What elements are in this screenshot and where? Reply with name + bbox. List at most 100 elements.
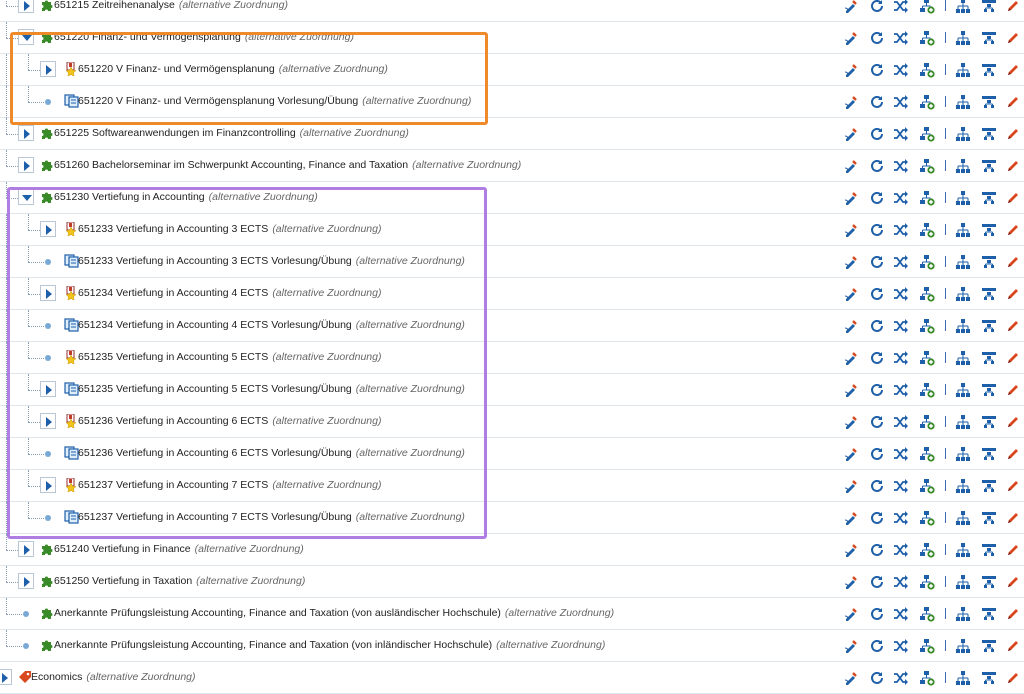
inspect-icon[interactable] (843, 94, 859, 110)
tree-row[interactable]: 651234 Vertiefung in Accounting 4 ECTS (a… (0, 278, 1024, 310)
inspect-icon[interactable] (843, 638, 859, 654)
edit-pencil-icon[interactable] (1005, 670, 1021, 686)
tree-structure-icon[interactable] (955, 222, 971, 238)
inspect-icon[interactable] (843, 446, 859, 462)
shuffle-icon[interactable] (893, 670, 909, 686)
inspect-icon[interactable] (843, 30, 859, 46)
refresh-icon[interactable] (869, 638, 885, 654)
edit-pencil-icon[interactable] (1005, 222, 1021, 238)
add-node-icon[interactable] (919, 382, 935, 398)
add-node-icon[interactable] (919, 94, 935, 110)
shuffle-icon[interactable] (893, 510, 909, 526)
refresh-icon[interactable] (869, 510, 885, 526)
node-label[interactable]: 651237 Vertiefung in Accounting 7 ECTS (a… (78, 479, 381, 492)
tree-structure-icon[interactable] (955, 318, 971, 334)
expand-toggle[interactable] (18, 573, 34, 589)
inspect-icon[interactable] (843, 382, 859, 398)
add-node-icon[interactable] (919, 414, 935, 430)
edit-pencil-icon[interactable] (1005, 318, 1021, 334)
tree-row[interactable]: 651250 Vertiefung in Taxation (alternativ… (0, 566, 1024, 598)
tree-structure-icon[interactable] (955, 638, 971, 654)
tree-structure-icon[interactable] (955, 446, 971, 462)
tree-row[interactable]: 651234 Vertiefung in Accounting 4 ECTS V… (0, 310, 1024, 342)
collapse-toggle[interactable] (18, 29, 34, 45)
expand-toggle[interactable] (18, 125, 34, 141)
tree-row[interactable]: 651237 Vertiefung in Accounting 7 ECTS V… (0, 502, 1024, 534)
tree-structure-icon[interactable] (955, 670, 971, 686)
node-label[interactable]: 651240 Vertiefung in Finance (alternative… (54, 543, 304, 556)
inspect-icon[interactable] (843, 286, 859, 302)
add-node-icon[interactable] (919, 350, 935, 366)
tree-row[interactable]: 651233 Vertiefung in Accounting 3 ECTS (a… (0, 214, 1024, 246)
refresh-icon[interactable] (869, 574, 885, 590)
refresh-icon[interactable] (869, 318, 885, 334)
add-node-icon[interactable] (919, 62, 935, 78)
filter-tree-icon[interactable] (981, 254, 997, 270)
tree-structure-icon[interactable] (955, 478, 971, 494)
inspect-icon[interactable] (843, 414, 859, 430)
shuffle-icon[interactable] (893, 222, 909, 238)
filter-tree-icon[interactable] (981, 30, 997, 46)
refresh-icon[interactable] (869, 62, 885, 78)
node-label[interactable]: 651234 Vertiefung in Accounting 4 ECTS V… (78, 319, 465, 332)
add-node-icon[interactable] (919, 254, 935, 270)
tree-structure-icon[interactable] (955, 94, 971, 110)
add-node-icon[interactable] (919, 606, 935, 622)
filter-tree-icon[interactable] (981, 638, 997, 654)
node-label[interactable]: 651220 V Finanz- und Vermögensplanung Vo… (78, 95, 471, 108)
shuffle-icon[interactable] (893, 190, 909, 206)
tree-row[interactable]: Anerkannte Prüfungsleistung Accounting, … (0, 598, 1024, 630)
add-node-icon[interactable] (919, 158, 935, 174)
edit-pencil-icon[interactable] (1005, 350, 1021, 366)
add-node-icon[interactable] (919, 222, 935, 238)
expand-toggle[interactable] (18, 157, 34, 173)
inspect-icon[interactable] (843, 190, 859, 206)
tree-structure-icon[interactable] (955, 574, 971, 590)
shuffle-icon[interactable] (893, 126, 909, 142)
tree-structure-icon[interactable] (955, 414, 971, 430)
filter-tree-icon[interactable] (981, 318, 997, 334)
tree-row[interactable]: 651240 Vertiefung in Finance (alternative… (0, 534, 1024, 566)
add-node-icon[interactable] (919, 126, 935, 142)
shuffle-icon[interactable] (893, 478, 909, 494)
node-label[interactable]: Anerkannte Prüfungsleistung Accounting, … (54, 639, 605, 652)
add-node-icon[interactable] (919, 30, 935, 46)
tree-structure-icon[interactable] (955, 126, 971, 142)
filter-tree-icon[interactable] (981, 670, 997, 686)
edit-pencil-icon[interactable] (1005, 510, 1021, 526)
add-node-icon[interactable] (919, 446, 935, 462)
node-label[interactable]: 651236 Vertiefung in Accounting 6 ECTS (a… (78, 415, 381, 428)
inspect-icon[interactable] (843, 0, 859, 14)
node-label[interactable]: 651260 Bachelorseminar im Schwerpunkt Ac… (54, 159, 521, 172)
tree-row[interactable]: 651220 V Finanz- und Vermögensplanung Vo… (0, 86, 1024, 118)
edit-pencil-icon[interactable] (1005, 638, 1021, 654)
refresh-icon[interactable] (869, 190, 885, 206)
refresh-icon[interactable] (869, 222, 885, 238)
filter-tree-icon[interactable] (981, 542, 997, 558)
add-node-icon[interactable] (919, 0, 935, 14)
filter-tree-icon[interactable] (981, 350, 997, 366)
edit-pencil-icon[interactable] (1005, 94, 1021, 110)
tree-row[interactable]: 651237 Vertiefung in Accounting 7 ECTS (a… (0, 470, 1024, 502)
tree-structure-icon[interactable] (955, 62, 971, 78)
filter-tree-icon[interactable] (981, 190, 997, 206)
refresh-icon[interactable] (869, 94, 885, 110)
add-node-icon[interactable] (919, 510, 935, 526)
filter-tree-icon[interactable] (981, 286, 997, 302)
shuffle-icon[interactable] (893, 574, 909, 590)
inspect-icon[interactable] (843, 542, 859, 558)
inspect-icon[interactable] (843, 606, 859, 622)
add-node-icon[interactable] (919, 318, 935, 334)
inspect-icon[interactable] (843, 574, 859, 590)
node-label[interactable]: Anerkannte Prüfungsleistung Accounting, … (54, 607, 614, 620)
edit-pencil-icon[interactable] (1005, 0, 1021, 14)
tree-structure-icon[interactable] (955, 286, 971, 302)
refresh-icon[interactable] (869, 670, 885, 686)
expand-toggle[interactable] (40, 413, 56, 429)
shuffle-icon[interactable] (893, 318, 909, 334)
refresh-icon[interactable] (869, 478, 885, 494)
edit-pencil-icon[interactable] (1005, 574, 1021, 590)
filter-tree-icon[interactable] (981, 94, 997, 110)
node-label[interactable]: 651225 Softwareanwendungen im Finanzcont… (54, 127, 409, 140)
edit-pencil-icon[interactable] (1005, 126, 1021, 142)
